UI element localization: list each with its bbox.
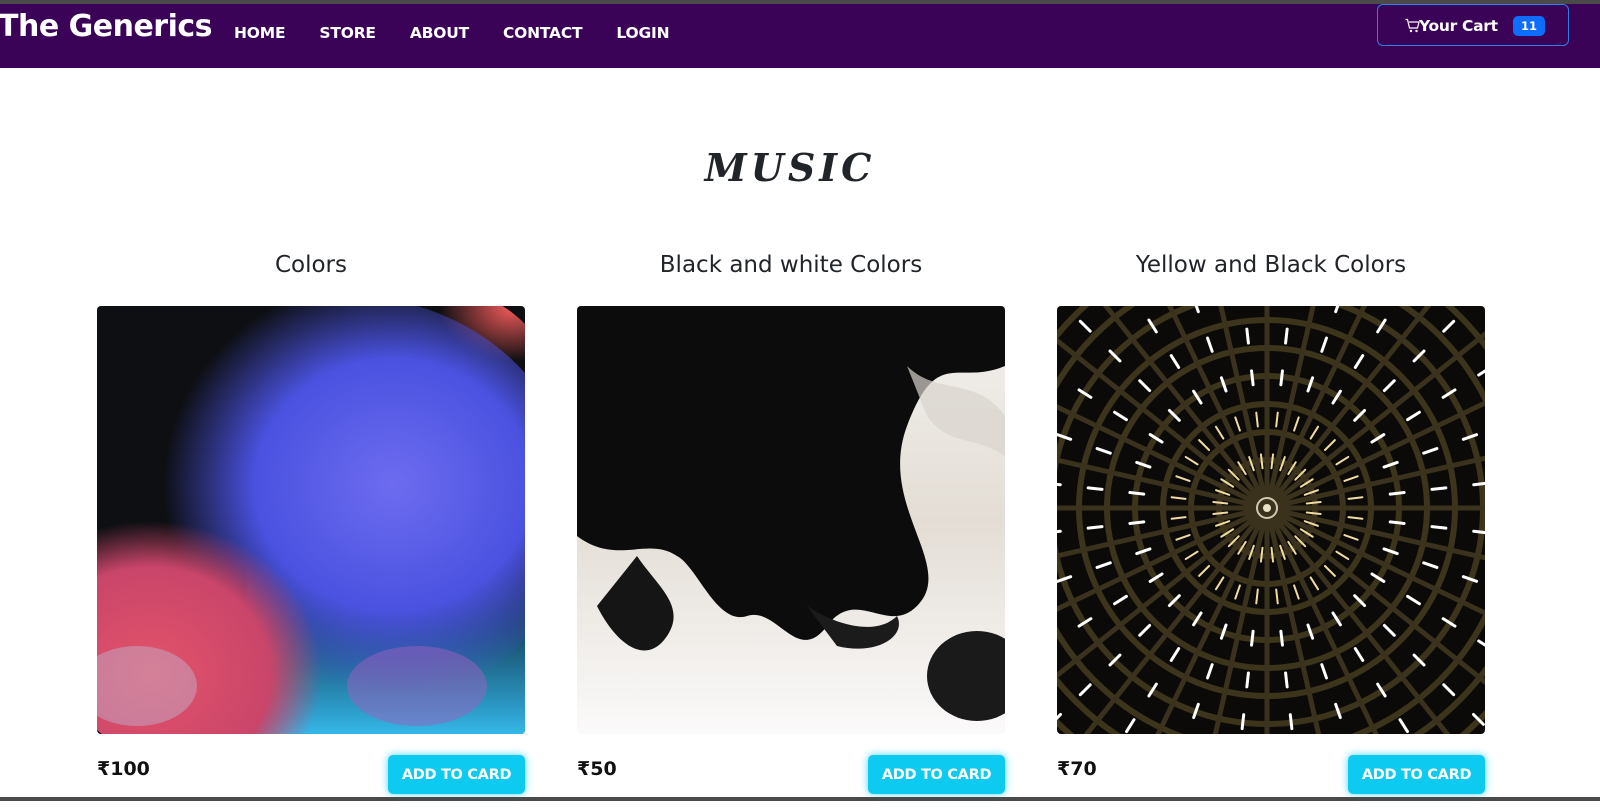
nav-home[interactable]: HOME — [234, 24, 286, 42]
product-price: ₹50 — [577, 758, 617, 780]
black-ink-image[interactable] — [577, 306, 1005, 734]
cart-button[interactable]: Your Cart 11 — [1377, 4, 1569, 46]
nav-contact[interactable]: CONTACT — [503, 24, 583, 42]
product-title: Colors — [274, 252, 348, 278]
radial-lights-image[interactable] — [1057, 306, 1485, 734]
cart-count-badge: 11 — [1513, 16, 1545, 36]
colorful-smoke-image[interactable] — [97, 306, 525, 734]
add-to-card-button[interactable]: ADD TO CARD — [868, 755, 1005, 794]
nav-store[interactable]: STORE — [319, 24, 376, 42]
product-card: Black and white Colors ₹50 ADD TO CARD — [577, 252, 1005, 798]
brand-logo[interactable]: The Generics — [0, 9, 213, 44]
section-title: MUSIC — [704, 145, 876, 191]
nav-login[interactable]: LOGIN — [616, 24, 669, 42]
product-price: ₹70 — [1057, 758, 1097, 780]
bottom-border — [0, 797, 1600, 801]
navbar: The Generics HOME STORE ABOUT CONTACT LO… — [0, 4, 1600, 68]
product-card: Colors ₹100 ADD TO CARD — [97, 252, 525, 798]
nav-about[interactable]: ABOUT — [410, 24, 469, 42]
add-to-card-button[interactable]: ADD TO CARD — [388, 755, 525, 794]
product-price: ₹100 — [97, 758, 150, 780]
add-to-card-button[interactable]: ADD TO CARD — [1348, 755, 1485, 794]
cart-label: Your Cart — [1419, 17, 1498, 35]
product-title: Yellow and Black Colors — [1135, 252, 1407, 278]
product-title: Black and white Colors — [659, 252, 923, 278]
product-card: Yellow and Black Colors ₹70 ADD TO CARD — [1057, 252, 1485, 798]
nav-links: HOME STORE ABOUT CONTACT LOGIN — [234, 24, 703, 42]
